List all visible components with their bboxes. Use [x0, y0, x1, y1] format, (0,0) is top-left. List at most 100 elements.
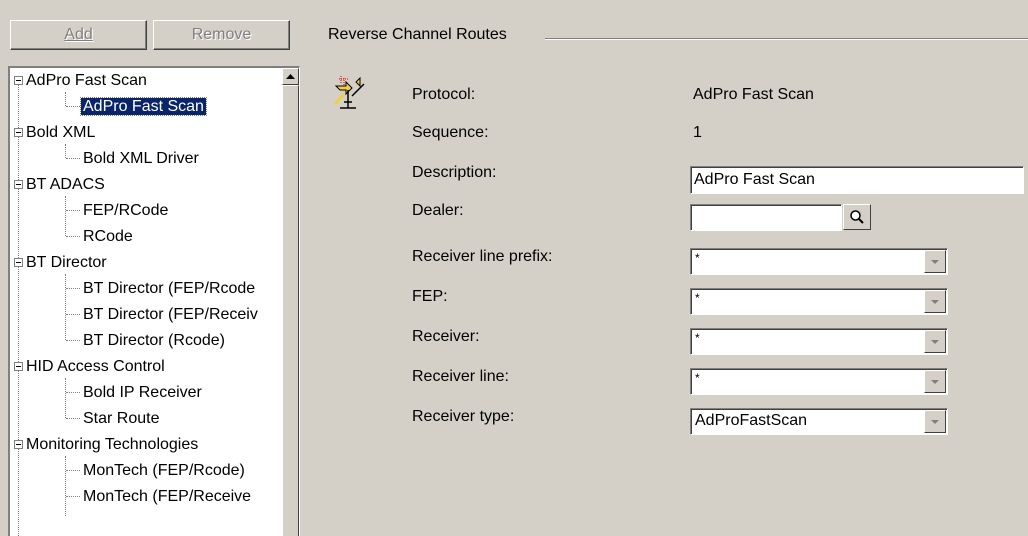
fep-value: *: [695, 291, 700, 305]
chevron-down-icon: [931, 339, 939, 344]
tree-line: [66, 470, 80, 472]
remove-button-label: Remove: [191, 26, 252, 43]
chevron-down-icon: [931, 419, 939, 424]
receiver-type-label: Receiver type:: [412, 408, 515, 425]
tree-item-label: Bold IP Receiver: [83, 384, 202, 401]
collapse-icon[interactable]: [14, 180, 23, 189]
chevron-down-icon: [931, 379, 939, 384]
tree-item-label: BT Director: [26, 254, 107, 271]
collapse-icon[interactable]: [14, 76, 23, 85]
chevron-up-icon: [286, 73, 295, 79]
collapse-icon[interactable]: [14, 258, 23, 267]
tree-item-label: Bold XML Driver: [83, 150, 199, 167]
tree-item-label: Star Route: [83, 410, 160, 427]
description-label: Description:: [412, 164, 497, 181]
tree-item-bold-xml-driver[interactable]: Bold XML Driver: [83, 146, 199, 172]
scroll-thumb[interactable]: [282, 85, 299, 536]
receiver-line-select[interactable]: *: [690, 368, 948, 395]
receiver-type-value: AdProFastScan: [695, 412, 808, 429]
dropdown-button[interactable]: [924, 410, 946, 433]
tree-item-bold-xml[interactable]: Bold XML: [26, 120, 95, 146]
tree-item-label: BT Director (FEP/Receiv: [83, 306, 258, 323]
protocol-tree[interactable]: AdPro Fast Scan AdPro Fast Scan Bold XML…: [8, 66, 300, 536]
tree-item-label: AdPro Fast Scan: [80, 97, 207, 116]
chevron-down-icon: [931, 259, 939, 264]
add-button-label: Add: [64, 26, 93, 43]
chevron-down-icon: [931, 299, 939, 304]
group-divider: [545, 38, 1028, 40]
tree-line: [66, 236, 80, 238]
tree-item-label: RCode: [83, 228, 133, 245]
receiver-select[interactable]: *: [690, 328, 948, 355]
tree-item-label: MonTech (FEP/Receive: [83, 488, 252, 505]
tree-item-rcode[interactable]: RCode: [83, 224, 133, 250]
tree-item-label: Monitoring Technologies: [26, 436, 199, 453]
receiver-type-select[interactable]: AdProFastScan: [690, 408, 948, 435]
tree-scrollbar[interactable]: [282, 68, 299, 536]
dealer-field[interactable]: [690, 204, 842, 231]
tree-line: [65, 196, 67, 236]
tree-line: [66, 288, 80, 290]
tree-line: [66, 496, 80, 498]
collapse-icon[interactable]: [14, 128, 23, 137]
fep-label: FEP:: [412, 288, 448, 305]
tree-item-bt-adacs[interactable]: BT ADACS: [26, 172, 105, 198]
tree-line: [65, 92, 67, 106]
protocol-value: AdPro Fast Scan: [693, 86, 814, 103]
dropdown-button[interactable]: [924, 370, 946, 393]
add-button[interactable]: Add: [10, 20, 147, 50]
dropdown-button[interactable]: [924, 250, 946, 273]
receiver-label: Receiver:: [412, 328, 480, 345]
route-icon: [333, 76, 365, 109]
tree-item-hid-access-control[interactable]: HID Access Control: [26, 354, 165, 380]
collapse-icon[interactable]: [14, 362, 23, 371]
tree-line: [66, 210, 80, 212]
receiver-line-label: Receiver line:: [412, 368, 509, 385]
tree-line: [66, 340, 80, 342]
tree-item-adpro-fast-scan-route[interactable]: AdPro Fast Scan: [80, 94, 207, 120]
tree-item-label: BT Director (Rcode): [83, 332, 225, 349]
dropdown-button[interactable]: [924, 330, 946, 353]
scroll-up-button[interactable]: [282, 68, 299, 85]
tree-item-label: BT ADACS: [26, 176, 105, 193]
protocol-label: Protocol:: [412, 86, 476, 103]
tree-item-fep-rcode[interactable]: FEP/RCode: [83, 198, 168, 224]
collapse-icon[interactable]: [14, 440, 23, 449]
tree-line: [65, 456, 67, 516]
group-title: Reverse Channel Routes: [328, 26, 513, 44]
tree-item-adpro-fast-scan[interactable]: AdPro Fast Scan: [26, 68, 147, 94]
tree-line: [65, 378, 67, 418]
tree-item-bt-director-fep-receiver[interactable]: BT Director (FEP/Receiv: [83, 302, 258, 328]
tree-item-label: BT Director (FEP/Rcode: [83, 280, 256, 297]
fep-select[interactable]: *: [690, 288, 948, 315]
tree-item-montech-fep-rcode[interactable]: MonTech (FEP/Rcode): [83, 458, 245, 484]
tree-item-label: AdPro Fast Scan: [26, 72, 147, 89]
dealer-label: Dealer:: [412, 202, 464, 219]
tree-item-bt-director-fep-rcode[interactable]: BT Director (FEP/Rcode: [83, 276, 255, 302]
dealer-lookup-button[interactable]: [843, 204, 871, 230]
tree-item-label: MonTech (FEP/Rcode): [83, 462, 245, 479]
tree-content: AdPro Fast Scan AdPro Fast Scan Bold XML…: [10, 68, 282, 536]
tree-item-bold-ip-receiver[interactable]: Bold IP Receiver: [83, 380, 202, 406]
tree-item-monitoring-technologies[interactable]: Monitoring Technologies: [26, 432, 198, 458]
tree-line: [65, 144, 67, 158]
tree-line: [66, 418, 80, 420]
description-field[interactable]: AdPro Fast Scan: [690, 166, 1024, 194]
tree-line: [65, 274, 67, 340]
tree-item-montech-fep-receiver[interactable]: MonTech (FEP/Receive: [83, 484, 251, 510]
tree-item-bt-director-rcode[interactable]: BT Director (Rcode): [83, 328, 225, 354]
receiver-line-prefix-label: Receiver line prefix:: [412, 248, 553, 265]
dropdown-button[interactable]: [924, 290, 946, 313]
tree-item-label: Bold XML: [26, 124, 96, 141]
tree-line: [66, 106, 80, 108]
tree-item-star-route[interactable]: Star Route: [83, 406, 159, 432]
tree-item-bt-director[interactable]: BT Director: [26, 250, 107, 276]
description-value: AdPro Fast Scan: [694, 171, 815, 188]
receiver-line-prefix-select[interactable]: *: [690, 248, 948, 275]
remove-button[interactable]: Remove: [153, 20, 290, 50]
tree-line: [18, 80, 20, 536]
sequence-value: 1: [693, 124, 702, 141]
tree-item-label: FEP/RCode: [83, 202, 169, 219]
tree-line: [66, 158, 80, 160]
receiver-line-prefix-value: *: [695, 251, 700, 265]
